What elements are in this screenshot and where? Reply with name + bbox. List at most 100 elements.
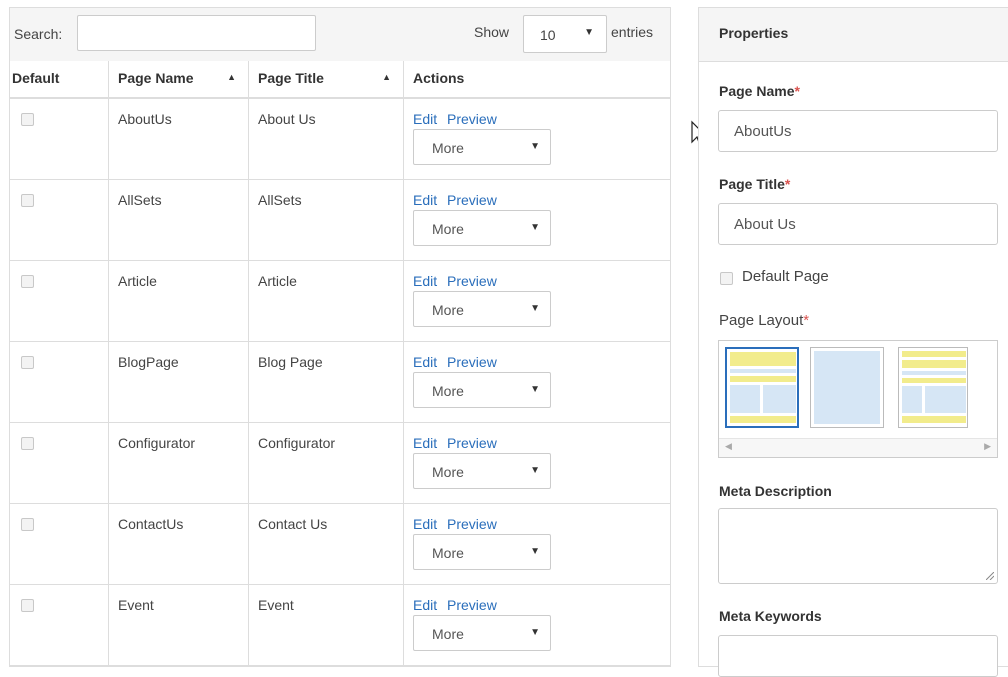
page-title-text: Configurator bbox=[258, 435, 336, 451]
table-row: AboutUs About Us Edit Preview More ▼ bbox=[10, 99, 670, 180]
page-name-label: Page Name* bbox=[719, 83, 800, 99]
scroll-right-icon[interactable]: ▶ bbox=[984, 441, 991, 452]
preview-link[interactable]: Preview bbox=[447, 273, 497, 289]
search-input[interactable] bbox=[77, 15, 316, 51]
pages-table-panel: Search: Show 10 ▼ entries Default Page N… bbox=[9, 7, 671, 667]
default-cell bbox=[10, 504, 108, 584]
actions-cell: Edit Preview More ▼ bbox=[403, 342, 670, 422]
table-row: Article Article Edit Preview More ▼ bbox=[10, 261, 670, 342]
page-title-cell: Configurator bbox=[248, 423, 403, 503]
page-name-text: Configurator bbox=[118, 435, 196, 451]
more-actions-value: More bbox=[432, 302, 464, 318]
more-actions-value: More bbox=[432, 383, 464, 399]
page-title-cell: Article bbox=[248, 261, 403, 341]
table-row: ContactUs Contact Us Edit Preview More ▼ bbox=[10, 504, 670, 585]
row-links: Edit Preview bbox=[413, 516, 503, 532]
header-page-title[interactable]: Page Title ▲ bbox=[248, 61, 403, 97]
actions-cell: Edit Preview More ▼ bbox=[403, 504, 670, 584]
more-actions-select[interactable]: More ▼ bbox=[413, 615, 551, 651]
default-checkbox[interactable] bbox=[21, 518, 34, 531]
chevron-down-icon: ▼ bbox=[530, 222, 540, 233]
preview-link[interactable]: Preview bbox=[447, 435, 497, 451]
page-title-cell: Event bbox=[248, 585, 403, 665]
default-page-checkbox[interactable] bbox=[720, 272, 733, 285]
show-label: Show bbox=[474, 24, 510, 40]
header-default[interactable]: Default bbox=[10, 61, 108, 97]
more-actions-select[interactable]: More ▼ bbox=[413, 210, 551, 246]
preview-link[interactable]: Preview bbox=[447, 354, 497, 370]
page-layout-label: Page Layout* bbox=[719, 312, 810, 329]
sort-asc-icon[interactable]: ▲ bbox=[382, 72, 391, 82]
page-name-text: AllSets bbox=[118, 192, 162, 208]
edit-link[interactable]: Edit bbox=[413, 354, 437, 370]
preview-link[interactable]: Preview bbox=[447, 597, 497, 613]
header-actions-label: Actions bbox=[413, 70, 465, 86]
edit-link[interactable]: Edit bbox=[413, 597, 437, 613]
page-title-label: Page Title* bbox=[719, 176, 791, 192]
table-row: Event Event Edit Preview More ▼ bbox=[10, 585, 670, 666]
page-title-text: Contact Us bbox=[258, 516, 328, 532]
actions-cell: Edit Preview More ▼ bbox=[403, 99, 670, 179]
default-checkbox[interactable] bbox=[21, 275, 34, 288]
meta-keywords-label: Meta Keywords bbox=[719, 608, 822, 624]
sort-asc-icon[interactable]: ▲ bbox=[227, 72, 236, 82]
more-actions-select[interactable]: More ▼ bbox=[413, 372, 551, 408]
more-actions-value: More bbox=[432, 221, 464, 237]
page-title-text: Blog Page bbox=[258, 354, 323, 370]
chevron-down-icon: ▼ bbox=[530, 465, 540, 476]
actions-cell: Edit Preview More ▼ bbox=[403, 423, 670, 503]
row-links: Edit Preview bbox=[413, 192, 503, 208]
default-cell bbox=[10, 423, 108, 503]
meta-description-field[interactable] bbox=[718, 508, 998, 584]
preview-link[interactable]: Preview bbox=[447, 516, 497, 532]
pages-table: Default Page Name ▲ Page Title ▲ Actions… bbox=[10, 61, 670, 666]
meta-keywords-field[interactable] bbox=[718, 635, 998, 677]
page-title-cell: About Us bbox=[248, 99, 403, 179]
default-cell bbox=[10, 585, 108, 665]
entries-select[interactable]: 10 ▼ bbox=[523, 15, 607, 53]
page-name-cell: AllSets bbox=[108, 180, 248, 260]
row-links: Edit Preview bbox=[413, 273, 503, 289]
more-actions-select[interactable]: More ▼ bbox=[413, 453, 551, 489]
page-title-text: AllSets bbox=[258, 192, 302, 208]
layout-horizontal-scrollbar[interactable]: ◀ ▶ bbox=[719, 438, 997, 457]
header-default-label: Default bbox=[12, 70, 60, 86]
page-title-field[interactable]: About Us bbox=[718, 203, 998, 245]
table-row: Configurator Configurator Edit Preview M… bbox=[10, 423, 670, 504]
page-name-field[interactable]: AboutUs bbox=[718, 110, 998, 152]
edit-link[interactable]: Edit bbox=[413, 516, 437, 532]
meta-description-label: Meta Description bbox=[719, 483, 832, 499]
preview-link[interactable]: Preview bbox=[447, 111, 497, 127]
page-title-field-value: About Us bbox=[734, 216, 796, 233]
more-actions-value: More bbox=[432, 626, 464, 642]
default-checkbox[interactable] bbox=[21, 194, 34, 207]
resize-grip-icon[interactable] bbox=[986, 572, 994, 580]
layout-option-blank[interactable] bbox=[810, 347, 884, 428]
edit-link[interactable]: Edit bbox=[413, 192, 437, 208]
more-actions-value: More bbox=[432, 545, 464, 561]
edit-link[interactable]: Edit bbox=[413, 111, 437, 127]
layout-option-header-sidebar[interactable] bbox=[898, 347, 968, 428]
chevron-down-icon: ▼ bbox=[584, 27, 594, 38]
page-name-field-value: AboutUs bbox=[734, 123, 792, 140]
default-checkbox[interactable] bbox=[21, 599, 34, 612]
layout-header-sidebar-icon bbox=[902, 351, 966, 423]
default-checkbox[interactable] bbox=[21, 356, 34, 369]
header-page-name[interactable]: Page Name ▲ bbox=[108, 61, 248, 97]
table-row: AllSets AllSets Edit Preview More ▼ bbox=[10, 180, 670, 261]
preview-link[interactable]: Preview bbox=[447, 192, 497, 208]
more-actions-select[interactable]: More ▼ bbox=[413, 534, 551, 570]
row-links: Edit Preview bbox=[413, 597, 503, 613]
default-checkbox[interactable] bbox=[21, 437, 34, 450]
more-actions-select[interactable]: More ▼ bbox=[413, 129, 551, 165]
default-checkbox[interactable] bbox=[21, 113, 34, 126]
actions-cell: Edit Preview More ▼ bbox=[403, 585, 670, 665]
edit-link[interactable]: Edit bbox=[413, 273, 437, 289]
edit-link[interactable]: Edit bbox=[413, 435, 437, 451]
page-name-text: BlogPage bbox=[118, 354, 179, 370]
page-title-text: Event bbox=[258, 597, 294, 613]
scroll-left-icon[interactable]: ◀ bbox=[725, 441, 732, 452]
search-label: Search: bbox=[14, 26, 63, 42]
more-actions-select[interactable]: More ▼ bbox=[413, 291, 551, 327]
layout-option-header-two-column[interactable] bbox=[725, 347, 799, 428]
